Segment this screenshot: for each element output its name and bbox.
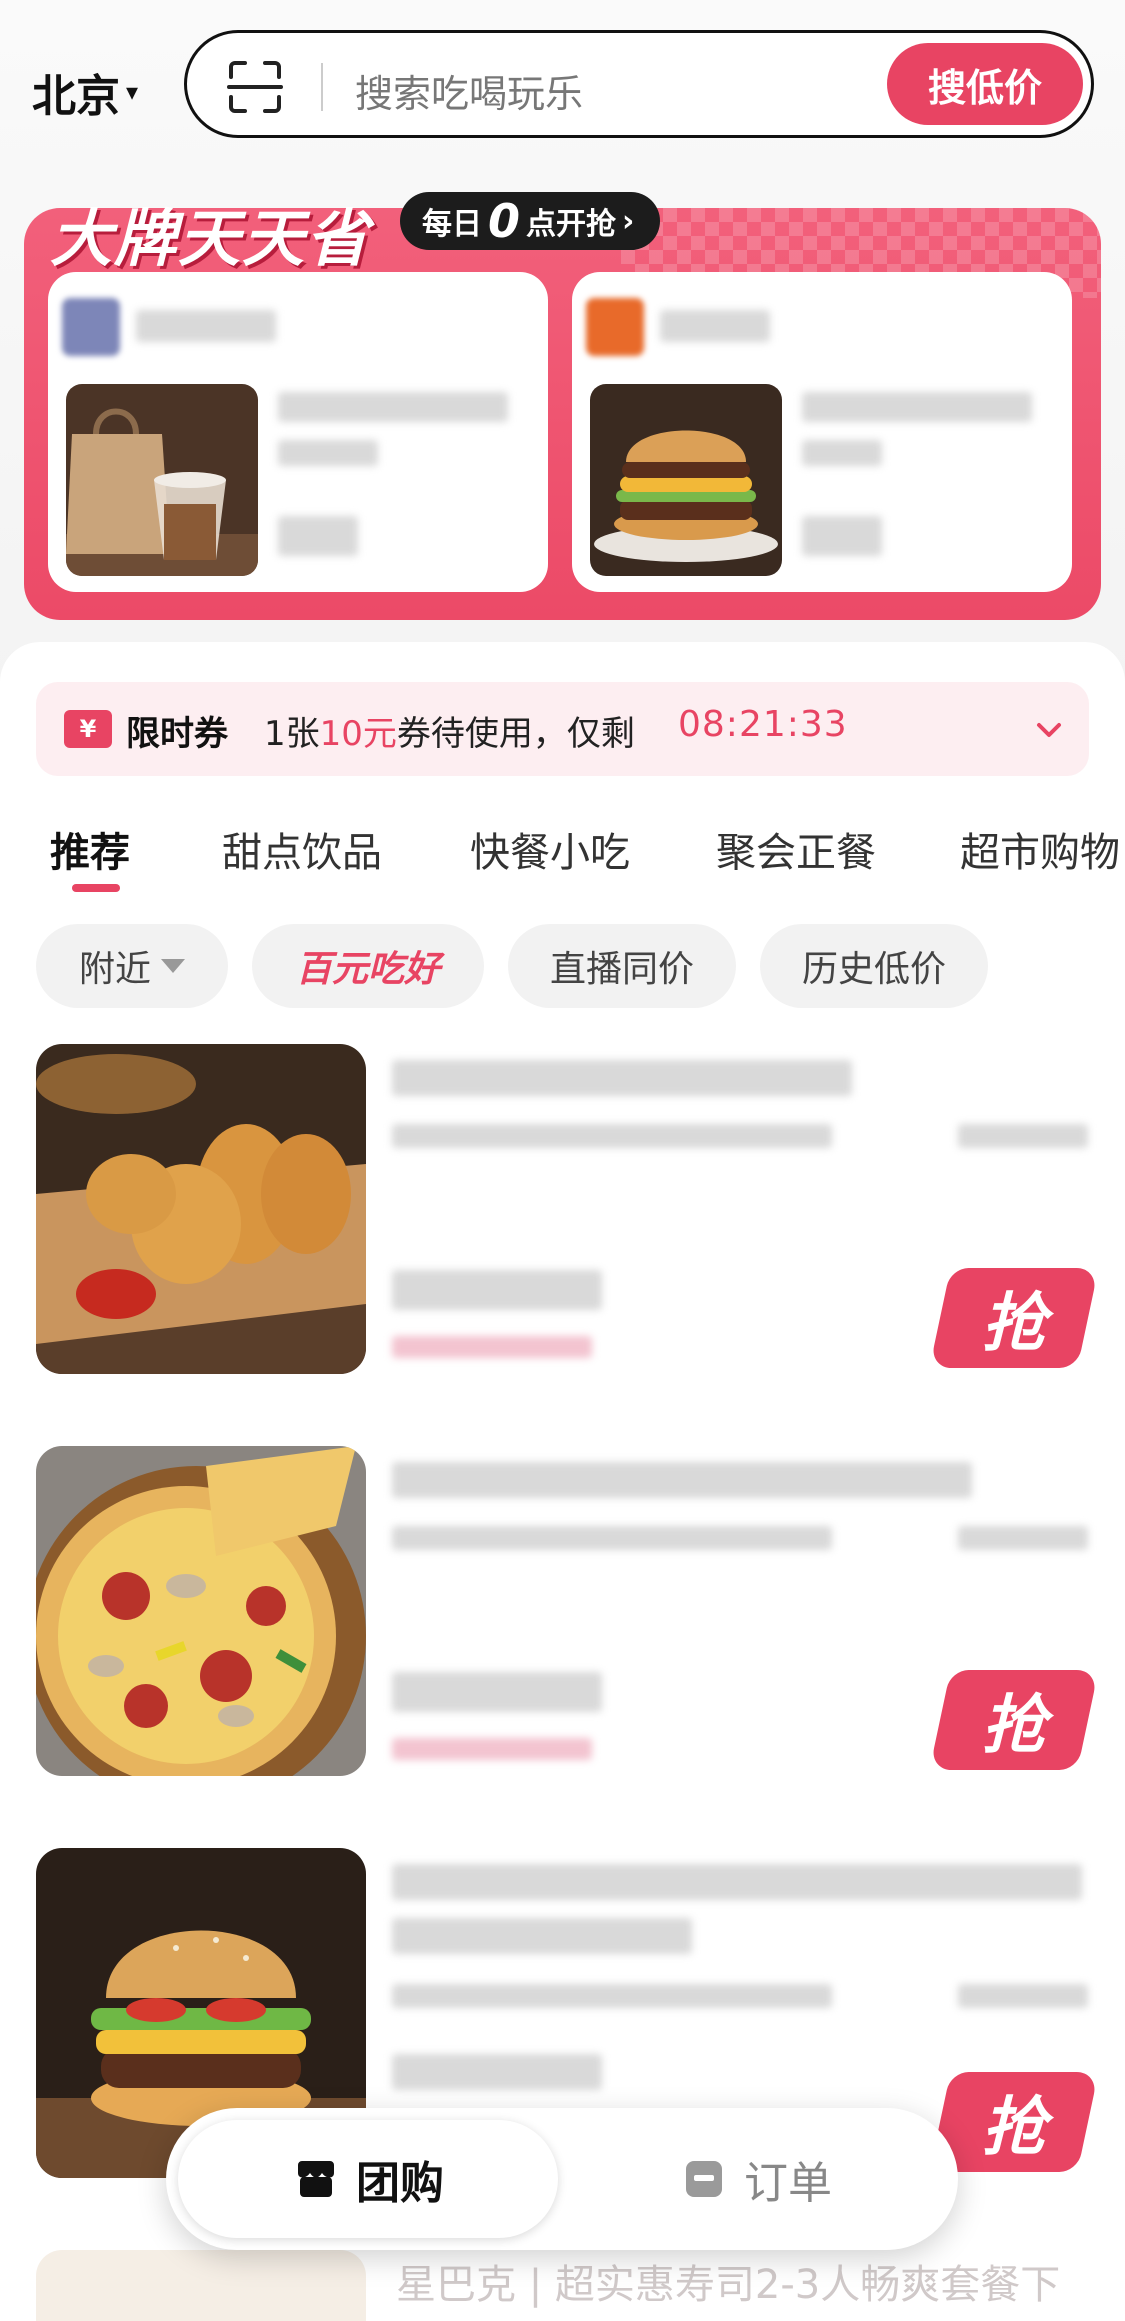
coupon-text: 1张10元券待使用，仅剩 bbox=[264, 706, 635, 755]
promo-badge-suffix: 点开抢 bbox=[526, 207, 617, 242]
blurred-price bbox=[278, 516, 358, 556]
list-item[interactable]: 抢 bbox=[0, 1446, 1125, 1786]
blurred-text bbox=[802, 392, 1032, 422]
promo-title: 大牌天天省 bbox=[50, 202, 371, 275]
blurred-text bbox=[278, 392, 508, 422]
grab-button[interactable]: 抢 bbox=[929, 1268, 1099, 1368]
next-item-image bbox=[36, 2250, 366, 2321]
blurred-distance bbox=[958, 1984, 1088, 2008]
blurred-price bbox=[392, 1672, 602, 1712]
coupon-text-prefix: 1张 bbox=[264, 714, 320, 754]
fried-chicken-image bbox=[36, 1044, 366, 1374]
blurred-text bbox=[278, 440, 378, 466]
blurred-title-line2 bbox=[392, 1918, 692, 1954]
blurred-subtitle bbox=[392, 1984, 832, 2008]
blurred-text bbox=[136, 310, 276, 342]
list-item[interactable]: 抢 bbox=[0, 1044, 1125, 1384]
promo-badge-prefix: 每日 bbox=[422, 207, 482, 242]
category-tabs: 推荐 甜点饮品 快餐小吃 聚会正餐 超市购物 bbox=[0, 800, 1125, 900]
coffee-bag-image bbox=[66, 384, 258, 576]
search-bar[interactable]: 搜索吃喝玩乐 搜低价 bbox=[184, 30, 1094, 138]
coupon-icon: ¥ bbox=[64, 710, 112, 748]
grab-label: 抢 bbox=[982, 1287, 1046, 1361]
chip-nearby[interactable]: 附近 bbox=[36, 924, 228, 1008]
bottom-nav: 团购 订单 bbox=[166, 2108, 958, 2250]
nav-orders-label: 订单 bbox=[744, 2158, 832, 2209]
tab-recommend[interactable]: 推荐 bbox=[50, 820, 130, 878]
blurred-discount bbox=[392, 1738, 592, 1760]
store-logo bbox=[586, 298, 644, 356]
blurred-subtitle bbox=[392, 1526, 832, 1550]
blurred-price bbox=[802, 516, 882, 556]
grab-label: 抢 bbox=[982, 2091, 1046, 2165]
promo-badge-number: 0 bbox=[488, 194, 521, 248]
nav-group-buy-label: 团购 bbox=[356, 2158, 444, 2209]
pizza-image bbox=[36, 1446, 366, 1776]
blurred-text bbox=[802, 440, 882, 466]
coupon-bar[interactable]: ¥ 限时券 1张10元券待使用，仅剩 08:21:33 bbox=[36, 682, 1089, 776]
chip-hundred-yuan[interactable]: 百元吃好 bbox=[252, 924, 484, 1008]
search-input[interactable]: 搜索吃喝玩乐 bbox=[355, 63, 583, 118]
caret-down-icon bbox=[161, 959, 185, 973]
tab-supermarket[interactable]: 超市购物 bbox=[960, 820, 1120, 878]
chevron-down-icon[interactable] bbox=[1031, 712, 1067, 748]
burger-image bbox=[590, 384, 782, 576]
blurred-price bbox=[392, 1270, 602, 1310]
blurred-discount bbox=[392, 1336, 592, 1358]
blurred-title bbox=[392, 1060, 852, 1096]
nav-group-buy[interactable]: 团购 bbox=[178, 2120, 558, 2238]
nav-orders[interactable]: 订单 bbox=[586, 2120, 926, 2238]
coupon-timer: 08:21:33 bbox=[678, 704, 848, 745]
search-divider bbox=[321, 63, 323, 111]
deal-card[interactable] bbox=[572, 272, 1072, 592]
chip-live-same-price[interactable]: 直播同价 bbox=[508, 924, 736, 1008]
store-icon bbox=[298, 2161, 334, 2197]
blurred-subtitle bbox=[392, 1124, 832, 1148]
promo-badge[interactable]: 每日 0 点开抢 › bbox=[400, 192, 661, 250]
caret-down-icon: ▾ bbox=[126, 78, 139, 106]
chip-history-low[interactable]: 历史低价 bbox=[760, 924, 988, 1008]
next-item-title: 星巴克 | 超实惠寿司2-3人畅爽套餐下 bbox=[396, 2262, 1061, 2308]
coupon-amount: 10元 bbox=[319, 714, 397, 754]
deal-card[interactable] bbox=[48, 272, 548, 592]
orders-icon bbox=[686, 2161, 722, 2197]
store-logo bbox=[62, 298, 120, 356]
blurred-text bbox=[660, 310, 770, 342]
city-selector[interactable]: 北京 ▾ bbox=[32, 60, 138, 124]
tab-desserts-drinks[interactable]: 甜点饮品 bbox=[222, 820, 382, 878]
coupon-text-suffix: 券待使用，仅剩 bbox=[396, 714, 635, 754]
tab-active-indicator bbox=[72, 884, 120, 892]
chevron-right-icon: › bbox=[622, 203, 635, 239]
scan-icon[interactable] bbox=[227, 59, 283, 115]
blurred-title bbox=[392, 1462, 972, 1498]
blurred-price bbox=[392, 2054, 602, 2090]
brand-deals-banner[interactable]: 大牌天天省 每日 0 点开抢 › bbox=[24, 192, 1101, 620]
city-label: 北京 bbox=[32, 71, 120, 122]
chip-nearby-label: 附近 bbox=[78, 949, 151, 990]
header: 北京 ▾ 搜索吃喝玩乐 搜低价 bbox=[0, 28, 1125, 140]
blurred-title bbox=[392, 1864, 1082, 1900]
coupon-label: 限时券 bbox=[126, 714, 228, 754]
blurred-distance bbox=[958, 1526, 1088, 1550]
grab-button[interactable]: 抢 bbox=[929, 1670, 1099, 1770]
grab-label: 抢 bbox=[982, 1689, 1046, 1763]
blurred-distance bbox=[958, 1124, 1088, 1148]
search-button[interactable]: 搜低价 bbox=[887, 43, 1083, 125]
tab-dining[interactable]: 聚会正餐 bbox=[716, 820, 876, 878]
tab-fastfood-snacks[interactable]: 快餐小吃 bbox=[470, 820, 630, 878]
